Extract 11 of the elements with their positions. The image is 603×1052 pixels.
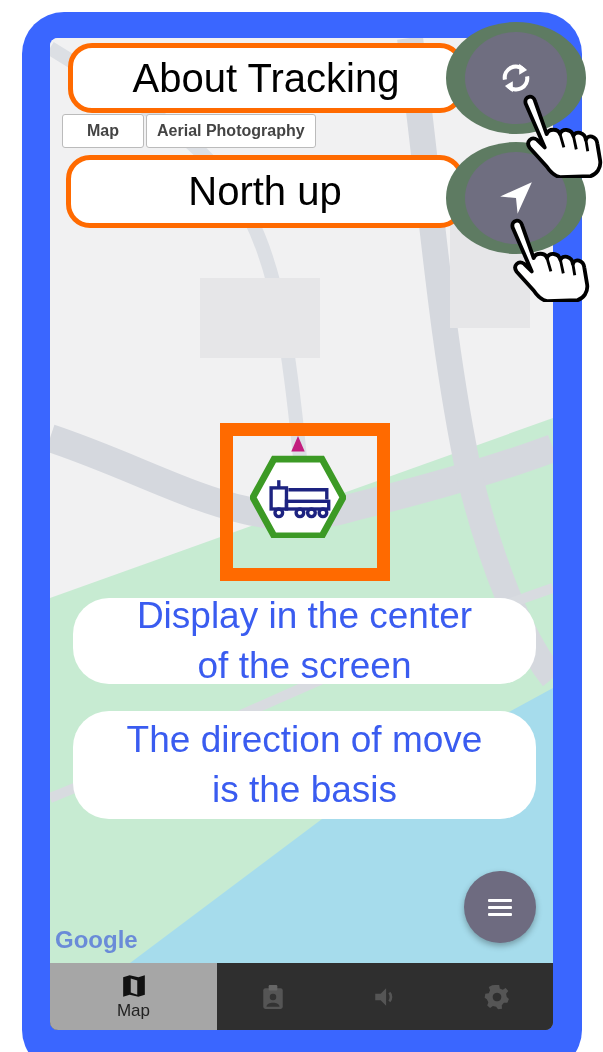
clipboard-icon xyxy=(260,983,286,1010)
menu-icon xyxy=(488,898,512,916)
map-type-button[interactable]: Aerial Photography xyxy=(146,114,316,148)
map-icon xyxy=(120,972,147,999)
callout-label: The direction of move is the basis xyxy=(73,711,536,819)
gear-icon xyxy=(484,983,510,1010)
nav-tab[interactable]: Map xyxy=(50,963,217,1030)
map-attribution: Google xyxy=(55,926,138,954)
tracking-button[interactable] xyxy=(465,32,567,124)
map-type-button[interactable]: Map xyxy=(62,114,144,148)
callout-label: Display in the center of the screen xyxy=(73,598,536,684)
